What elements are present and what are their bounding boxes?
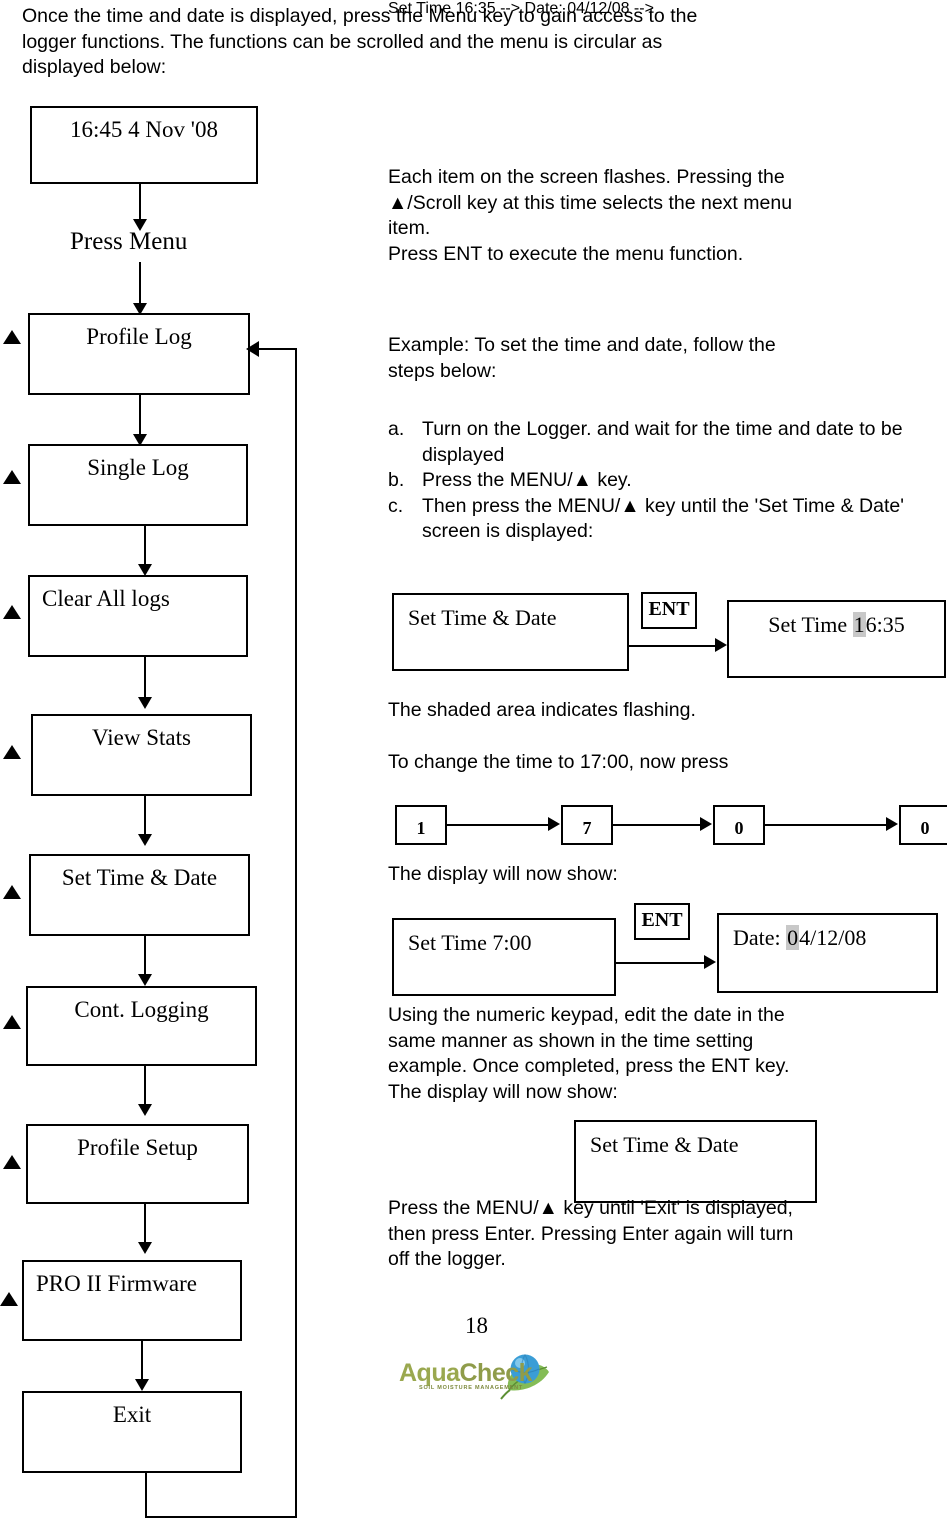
scroll-up-triangle-icon [3, 745, 21, 759]
connector-arrowhead [704, 955, 716, 969]
return-path-line [295, 348, 297, 1518]
scroll-up-triangle-icon [3, 330, 21, 344]
list-marker: b. [388, 469, 405, 491]
flow-box-exit[interactable]: Exit [22, 1391, 242, 1473]
connector-arrowhead [138, 697, 152, 709]
list-marker: c. [388, 494, 404, 517]
list-text: Then press the MENU/▲ key until the 'Set… [422, 494, 904, 543]
connector-line [447, 824, 552, 826]
scroll-up-triangle-icon [3, 1015, 21, 1029]
logo-tagline: SOIL MOISTURE MANAGEMENT [419, 1385, 524, 1391]
list-item: c. Then press the MENU/▲ key until the '… [388, 494, 933, 545]
list-marker: a. [388, 418, 405, 440]
manual-page: Once the time and date is displayed, pre… [0, 0, 947, 1521]
aquacheck-logo: AquaCheck SOIL MOISTURE MANAGEMENT [397, 1352, 572, 1404]
screen-text-prefix: Date: [733, 925, 787, 950]
logo-wordmark: AquaCheck [399, 1359, 533, 1388]
flow-box-clear-all-logs[interactable]: Clear All logs [28, 575, 248, 657]
press-menu-label: Press Menu [70, 228, 188, 255]
list-text: Turn on the Logger. and wait for the tim… [422, 418, 903, 466]
connector-arrowhead [138, 1104, 152, 1116]
connector-arrowhead [138, 834, 152, 846]
flashing-digit: 1 [852, 612, 866, 637]
paragraph-example-intro: Example: To set the time and date, follo… [388, 334, 776, 382]
screen-box-set-time-date-final: Set Time & Date [574, 1120, 817, 1203]
screen-text-rest: 6:35 [865, 612, 905, 637]
return-path-line [145, 1516, 297, 1518]
ent-key-box-2: ENT [634, 903, 690, 940]
screen-box-set-time-date-1: Set Time & Date [392, 593, 629, 671]
flow-box-cont-logging[interactable]: Cont. Logging [26, 986, 257, 1066]
list-text: Press the MENU/▲ key. [422, 469, 632, 491]
screen-text-rest: 4/12/08 [799, 925, 867, 950]
paragraph-shaded-note: The shaded area indicates flashing. [388, 699, 696, 721]
flow-box-time-date-screen: 16:45 4 Nov '08 [30, 106, 258, 184]
connector-arrowhead [135, 1379, 149, 1391]
connector-line [616, 962, 708, 964]
screen-box-set-time-value: Set Time 16:35 [727, 600, 946, 678]
flow-box-view-stats[interactable]: View Stats [31, 714, 252, 796]
return-path-line [258, 348, 297, 350]
flow-box-profile-log[interactable]: Profile Log [28, 313, 250, 395]
flow-box-profile-setup[interactable]: Profile Setup [26, 1124, 249, 1204]
screen-box-date-value: Date: 04/12/08 [717, 913, 938, 993]
keypad-key-1[interactable]: 1 [395, 805, 447, 845]
scroll-up-triangle-icon [3, 885, 21, 899]
flow-box-single-log[interactable]: Single Log [28, 444, 248, 526]
return-path-arrowhead [246, 341, 259, 357]
logo-word-check: Check [459, 1359, 533, 1387]
list-item: a. Turn on the Logger. and wait for the … [388, 417, 933, 468]
screen-box-set-time-7: Set Time 7:00 [392, 918, 616, 996]
flow-box-set-time-date[interactable]: Set Time & Date [29, 854, 250, 936]
flashing-digit: 0 [786, 925, 800, 950]
connector-arrowhead [700, 817, 712, 831]
paragraph-edit-date: Using the numeric keypad, edit the date … [388, 1004, 790, 1103]
ent-key-box-1: ENT [641, 592, 697, 629]
screen-text-prefix: Set Time [768, 612, 853, 637]
keypad-key-7[interactable]: 7 [561, 805, 613, 845]
connector-arrowhead [138, 974, 152, 986]
paragraph-flashing-items: Each item on the screen flashes. Pressin… [388, 166, 793, 265]
connector-arrowhead [138, 1242, 152, 1254]
connector-line [765, 824, 890, 826]
paragraph-change-time: To change the time to 17:00, now press [388, 751, 729, 773]
return-path-line [145, 1473, 147, 1518]
scroll-up-triangle-icon [3, 470, 21, 484]
connector-arrowhead [548, 817, 560, 831]
paragraph-display-will-show: The display will now show: [388, 863, 618, 885]
list-item: b. Press the MENU/▲ key. [388, 468, 933, 494]
connector-line [613, 824, 704, 826]
page-number: 18 [465, 1313, 488, 1338]
connector-arrowhead [133, 219, 147, 231]
keypad-key-0-first[interactable]: 0 [713, 805, 765, 845]
explanatory-column: Each item on the screen flashes. Pressin… [388, 0, 947, 1270]
connector-arrowhead [886, 817, 898, 831]
scroll-up-triangle-icon [3, 605, 21, 619]
example-steps-list: a. Turn on the Logger. and wait for the … [388, 417, 933, 545]
menu-flowchart: 16:45 4 Nov '08 Press Menu Profile Log S… [0, 0, 340, 1521]
flow-box-pro-ii-firmware[interactable]: PRO II Firmware [22, 1260, 242, 1341]
paragraph-exit-instructions: Press the MENU/▲ key until 'Exit' is dis… [388, 1197, 794, 1270]
logo-word-aqua: Aqua [399, 1359, 460, 1387]
scroll-up-triangle-icon [3, 1155, 21, 1169]
connector-arrowhead [715, 638, 727, 652]
keypad-key-0-second[interactable]: 0 [899, 805, 947, 845]
scroll-up-triangle-icon [0, 1292, 18, 1306]
connector-line [629, 645, 719, 647]
